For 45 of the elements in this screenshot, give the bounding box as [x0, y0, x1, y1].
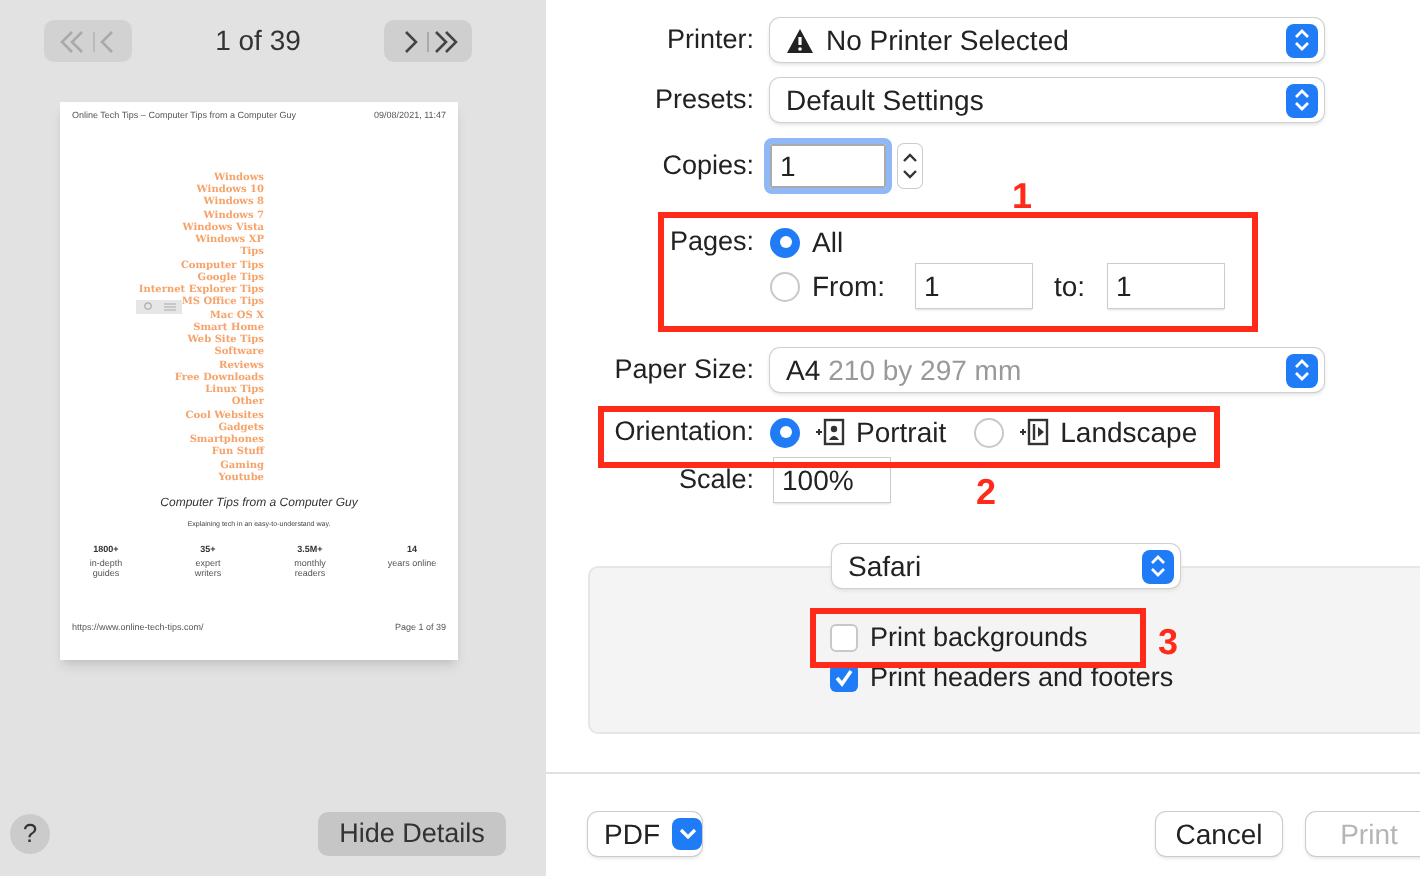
- chevron-down-icon: [672, 818, 702, 850]
- checkbox-label: Print headers and footers: [870, 662, 1174, 694]
- stepper-icon[interactable]: [898, 144, 922, 188]
- radio-button[interactable]: [770, 271, 800, 301]
- checkbox[interactable]: [830, 624, 858, 652]
- stepper-chevron-icon: [1286, 353, 1318, 387]
- field-label: Copies:: [662, 150, 754, 182]
- radio-button[interactable]: [974, 417, 1005, 447]
- step-number: 1: [1012, 174, 1033, 220]
- portrait-icon: [814, 418, 846, 446]
- stepper-chevron-icon: [1142, 549, 1174, 583]
- from-page-field[interactable]: 1: [916, 264, 1032, 308]
- dialog-button[interactable]: Cancel: [1156, 812, 1282, 856]
- paper-size-select[interactable]: A4 210 by 297 mm: [770, 348, 1324, 392]
- field-label: Paper Size:: [614, 354, 754, 386]
- warning-icon: [786, 27, 814, 53]
- step-number: 3: [1158, 620, 1179, 666]
- radio-label: From:: [812, 267, 888, 305]
- pdf-menu-button[interactable]: PDF: [588, 812, 702, 856]
- field-label: Orientation:: [614, 416, 754, 448]
- to-page-field[interactable]: 1: [1108, 264, 1224, 308]
- checkbox-label: Print backgrounds: [870, 622, 1088, 654]
- field-label: Pages:: [669, 226, 754, 258]
- landscape-icon: [1018, 418, 1051, 446]
- field-label: to:: [1054, 267, 1088, 305]
- page-forward-buttons[interactable]: [383, 20, 472, 62]
- stepper-chevron-icon: [1286, 23, 1318, 57]
- field-label: Printer:: [666, 24, 754, 56]
- page-indicator: 1 of 39: [215, 22, 301, 60]
- radio-label: All: [812, 223, 844, 261]
- radio-button[interactable]: [770, 417, 800, 447]
- field-label: Presets:: [654, 84, 754, 116]
- help-button[interactable]: ?: [10, 814, 50, 854]
- radio-label: Landscape: [1060, 413, 1198, 452]
- paper-dimensions: 210 by 297 mm: [828, 351, 1022, 390]
- printer-select[interactable]: No Printer Selected: [770, 18, 1324, 62]
- field-label: Scale:: [678, 464, 754, 496]
- presets-select[interactable]: Default Settings: [770, 78, 1324, 122]
- step-number: 2: [976, 470, 997, 516]
- radio-label: Portrait: [856, 413, 947, 451]
- radio-button[interactable]: [770, 227, 800, 257]
- copies-field[interactable]: 1: [770, 144, 886, 188]
- hide-details-button[interactable]: Hide Details: [318, 812, 506, 856]
- stepper-chevron-icon: [1286, 83, 1318, 117]
- app-settings-select[interactable]: Safari: [832, 544, 1180, 588]
